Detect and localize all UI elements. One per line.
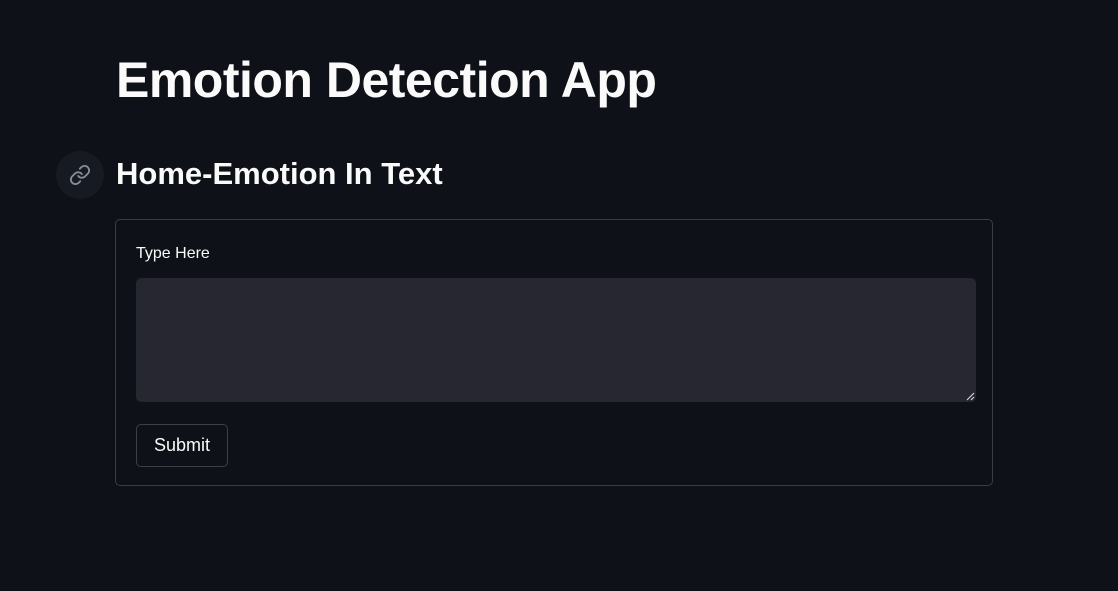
text-area-label: Type Here bbox=[136, 245, 210, 262]
section-anchor-link[interactable] bbox=[56, 151, 104, 199]
resize-handle-icon[interactable] bbox=[966, 392, 975, 401]
app-title: Emotion Detection App bbox=[116, 52, 657, 108]
submit-button[interactable]: Submit bbox=[136, 424, 228, 467]
link-icon bbox=[69, 164, 91, 186]
text-input-area[interactable] bbox=[136, 278, 976, 402]
text-form: Type Here Submit bbox=[115, 219, 993, 486]
section-title: Home-Emotion In Text bbox=[116, 156, 443, 191]
